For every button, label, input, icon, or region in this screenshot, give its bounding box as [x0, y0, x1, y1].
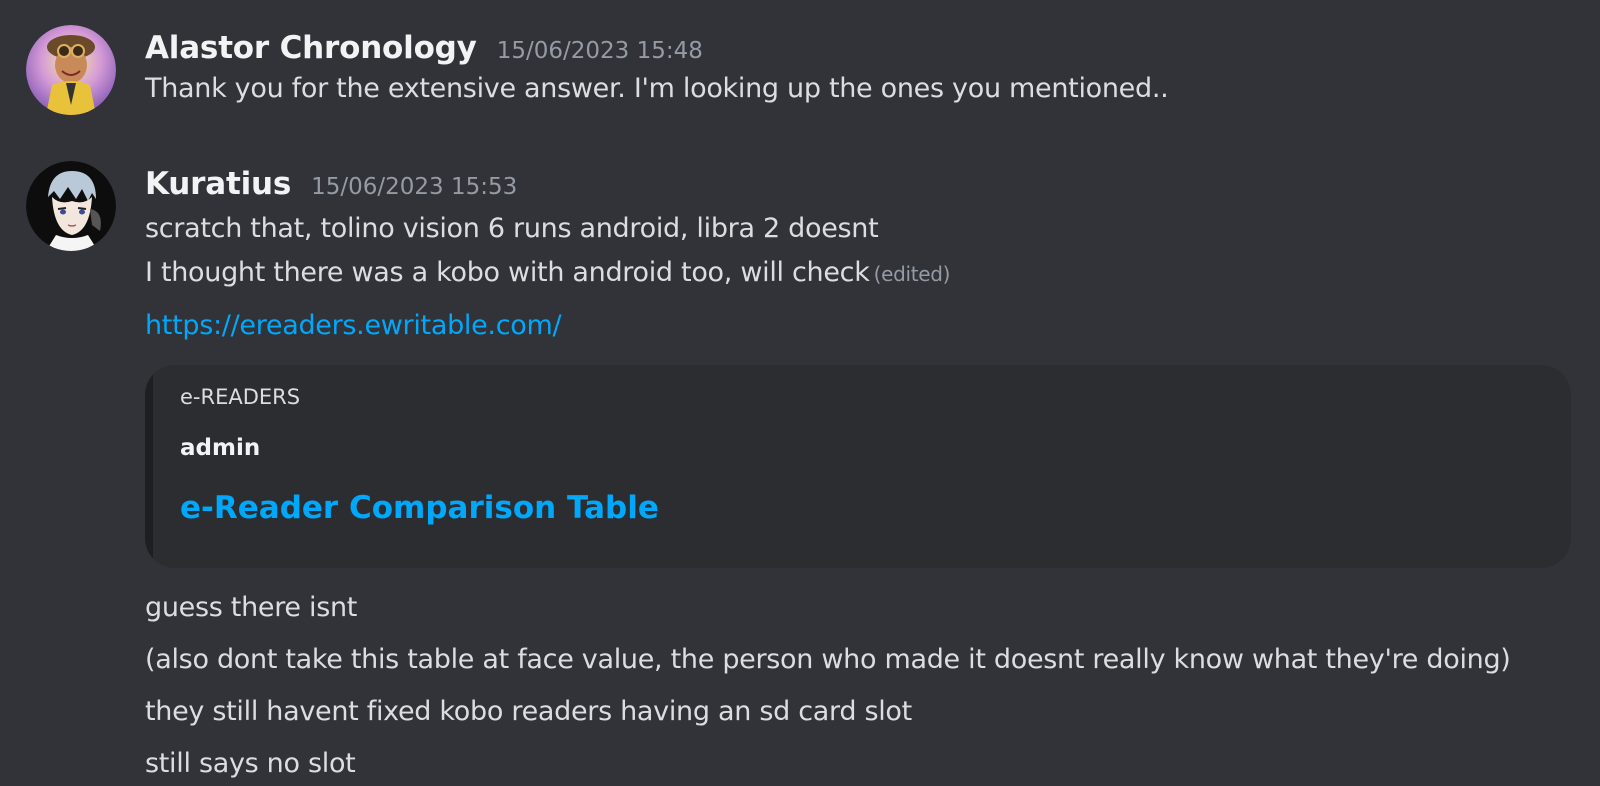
message-text: still says no slot: [145, 748, 356, 779]
username[interactable]: Alastor Chronology: [145, 30, 477, 66]
timestamp[interactable]: 15/06/2023 15:48: [497, 38, 703, 64]
timestamp[interactable]: 15/06/2023 15:53: [311, 174, 517, 200]
message-header: Alastor Chronology 15/06/2023 15:48: [145, 30, 1600, 70]
embed-accent-bar: [145, 365, 153, 568]
message-content: Alastor Chronology 15/06/2023 15:48 Than…: [145, 30, 1600, 104]
message-link[interactable]: https://ereaders.ewritable.com/: [145, 310, 562, 341]
message-content: Kuratius 15/06/2023 15:53: [145, 166, 1600, 206]
message-text: Thank you for the extensive answer. I'm …: [145, 73, 1169, 104]
message-text: (also dont take this table at face value…: [145, 644, 1511, 675]
message-text-edited: I thought there was a kobo with android …: [145, 257, 950, 288]
link-line: https://ereaders.ewritable.com/: [145, 310, 562, 341]
avatar[interactable]: [26, 25, 116, 115]
embed-title-link[interactable]: e-Reader Comparison Table: [180, 490, 659, 526]
embed-provider: e-READERS: [180, 385, 301, 409]
embed-author: admin: [180, 435, 261, 461]
message-text: they still havent fixed kobo readers hav…: [145, 696, 912, 727]
edited-label[interactable]: (edited): [874, 262, 951, 286]
chat-message-list: Alastor Chronology 15/06/2023 15:48 Than…: [0, 0, 1600, 786]
message-text: scratch that, tolino vision 6 runs andro…: [145, 213, 879, 244]
link-embed: e-READERS admin e-Reader Comparison Tabl…: [145, 365, 1571, 568]
message-text: guess there isnt: [145, 592, 358, 623]
message-text: I thought there was a kobo with android …: [145, 257, 870, 288]
username[interactable]: Kuratius: [145, 166, 291, 202]
avatar[interactable]: [26, 161, 116, 251]
message-header: Kuratius 15/06/2023 15:53: [145, 166, 1600, 206]
